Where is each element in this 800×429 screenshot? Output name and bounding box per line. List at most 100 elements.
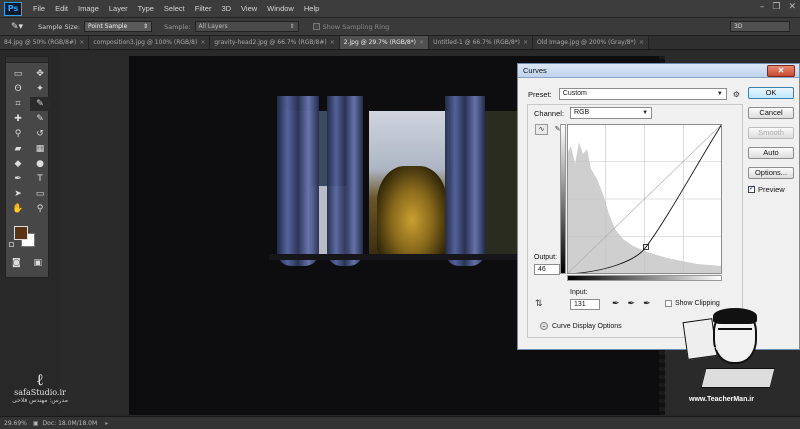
close-icon[interactable]: × (79, 39, 84, 46)
teacherman-url: www.TeacherMan.ir (689, 396, 754, 403)
hand-icon[interactable]: ✋ (8, 202, 28, 216)
close-icon[interactable]: × (200, 39, 205, 46)
menu-view[interactable]: View (236, 4, 262, 13)
quick-mask-row: ◙ ▣ (6, 258, 48, 268)
status-menu-arrow-icon[interactable]: ▸ (105, 420, 108, 427)
menu-edit[interactable]: Edit (50, 4, 73, 13)
tab-document[interactable]: Old Image.jpg @ 200% (Gray/8*) × (533, 36, 649, 49)
stamp-icon[interactable]: ⚲ (8, 127, 28, 141)
path-select-icon[interactable]: ➤ (8, 187, 28, 201)
tab-document[interactable]: gravity-head2.jpg @ 66.7% (RGB/8#) × (210, 36, 340, 49)
black-point-eyedropper-icon[interactable]: ✒ (612, 298, 620, 309)
channel-select[interactable]: RGB ▼ (570, 107, 653, 119)
zoom-icon[interactable]: ⚲ (30, 202, 50, 216)
type-icon[interactable]: T (30, 172, 50, 186)
sample-select[interactable]: All Layers ⇕ (194, 21, 299, 32)
chevron-down-icon: ⇕ (142, 23, 148, 30)
menu-layer[interactable]: Layer (104, 4, 133, 13)
eraser-icon[interactable]: ▰ (8, 142, 28, 156)
lasso-icon[interactable]: ʘ (8, 82, 28, 96)
close-icon[interactable]: ✕ (788, 2, 796, 12)
restore-icon[interactable]: ❐ (772, 2, 780, 12)
menu-type[interactable]: Type (133, 4, 159, 13)
checkbox-box (748, 184, 755, 193)
magic-wand-icon[interactable]: ✦ (30, 82, 50, 96)
curve-graph[interactable] (567, 124, 722, 274)
dialog-close-button[interactable]: ✕ (767, 65, 795, 77)
channel-row: Channel: RGB ▼ (534, 107, 653, 119)
menu-file[interactable]: File (28, 4, 50, 13)
teacher-glasses (718, 328, 752, 336)
curve-graph-svg (567, 124, 722, 274)
tab-document[interactable]: 84.jpg @ 50% (RGB/8#) × (0, 36, 90, 49)
ok-button[interactable]: OK (748, 87, 794, 99)
close-icon[interactable]: × (639, 39, 644, 46)
menu-help[interactable]: Help (299, 4, 324, 13)
menu-window[interactable]: Window (262, 4, 299, 13)
healing-icon[interactable]: ✚ (8, 112, 28, 126)
minimize-icon[interactable]: – (760, 2, 765, 12)
cancel-button[interactable]: Cancel (748, 107, 794, 119)
tab-document-active[interactable]: 2.jpg @ 29.7% (RGB/8*) × (339, 36, 430, 49)
tool-grid: ▭ ✥ ʘ ✦ ⌗ ✎ ✚ ✎ ⚲ ↺ ▰ ▦ ◆ ● ✒ T ➤ ▭ ✋ ⚲ (6, 63, 50, 220)
tab-label: gravity-head2.jpg @ 66.7% (RGB/8#) (214, 39, 327, 46)
gear-icon[interactable]: ⚙ (733, 90, 740, 99)
close-icon[interactable]: × (523, 39, 528, 46)
gradient-icon[interactable]: ▦ (30, 142, 50, 156)
close-icon[interactable]: × (330, 39, 335, 46)
tab-document[interactable]: composition3.jpg @ 100% (RGB/8) × (89, 36, 211, 49)
curve-point-icon[interactable]: ∿ (535, 124, 548, 135)
eyedropper-preset-icon[interactable]: ✎▾ (6, 20, 28, 34)
quick-mask-icon[interactable]: ◙ (12, 258, 21, 268)
marquee-icon[interactable]: ▭ (8, 67, 28, 81)
curtain-left (277, 96, 319, 266)
crop-icon[interactable]: ⌗ (8, 97, 28, 111)
menu-filter[interactable]: Filter (190, 4, 217, 13)
dodge-icon[interactable]: ● (30, 157, 50, 171)
checkbox-box (312, 23, 320, 30)
menu-image[interactable]: Image (73, 4, 104, 13)
shape-icon[interactable]: ▭ (30, 187, 50, 201)
tab-document[interactable]: Untitled-1 @ 66.7% (RGB/8*) × (429, 36, 534, 49)
eyedropper-icon[interactable]: ✎ (30, 97, 50, 111)
window-controls: – ❐ ✕ (760, 2, 796, 12)
move-icon[interactable]: ✥ (30, 67, 50, 81)
show-sampling-ring-checkbox[interactable]: Show Sampling Ring (312, 23, 389, 31)
target-adjust-icon[interactable]: ⇅ (535, 298, 543, 309)
default-colors-icon[interactable] (9, 242, 14, 247)
close-icon[interactable]: × (419, 39, 424, 46)
menu-select[interactable]: Select (159, 4, 190, 13)
output-gradient (560, 124, 566, 274)
input-field[interactable]: 131 (570, 299, 600, 310)
sample-size-select[interactable]: Point Sample ⇕ (83, 21, 152, 32)
curve-display-options-label: Curve Display Options (552, 322, 622, 330)
history-brush-icon[interactable]: ↺ (30, 127, 50, 141)
foreground-color-swatch[interactable] (14, 226, 28, 240)
sample-size-value: Point Sample (87, 23, 128, 30)
preset-select[interactable]: Custom ▼ (558, 88, 727, 100)
doc-info-icon[interactable]: ▣ (33, 420, 39, 427)
curve-display-options-toggle[interactable]: ⌄ Curve Display Options (540, 322, 622, 330)
workspace-select[interactable]: 3D (730, 21, 790, 32)
curtain-right (445, 96, 485, 266)
zoom-level[interactable]: 29.69% (4, 420, 27, 427)
blur-icon[interactable]: ◆ (8, 157, 28, 171)
gray-point-eyedropper-icon[interactable]: ✒ (628, 298, 636, 309)
photoshop-logo: Ps (4, 1, 22, 16)
preview-checkbox[interactable]: Preview (748, 184, 794, 194)
chevron-down-icon: ⌄ (540, 322, 548, 330)
doc-size: Doc: 18.0M/18.0M (42, 419, 98, 427)
brush-icon[interactable]: ✎ (30, 112, 50, 126)
output-field[interactable]: 46 (534, 264, 560, 275)
pen-icon[interactable]: ✒ (8, 172, 28, 186)
menu-3d[interactable]: 3D (216, 4, 236, 13)
screen-mode-icon[interactable]: ▣ (33, 258, 42, 268)
options-button[interactable]: Options... (748, 167, 794, 179)
smooth-button[interactable]: Smooth (748, 127, 794, 139)
color-swatches (6, 224, 48, 254)
auto-button[interactable]: Auto (748, 147, 794, 159)
safastudio-logo: ℓ safaStudio.ir مدرس: مهندس فلاحی (10, 372, 70, 414)
white-point-eyedropper-icon[interactable]: ✒ (643, 298, 651, 309)
checkbox-box (665, 300, 672, 307)
logo-sub: مدرس: مهندس فلاحی (12, 397, 68, 404)
